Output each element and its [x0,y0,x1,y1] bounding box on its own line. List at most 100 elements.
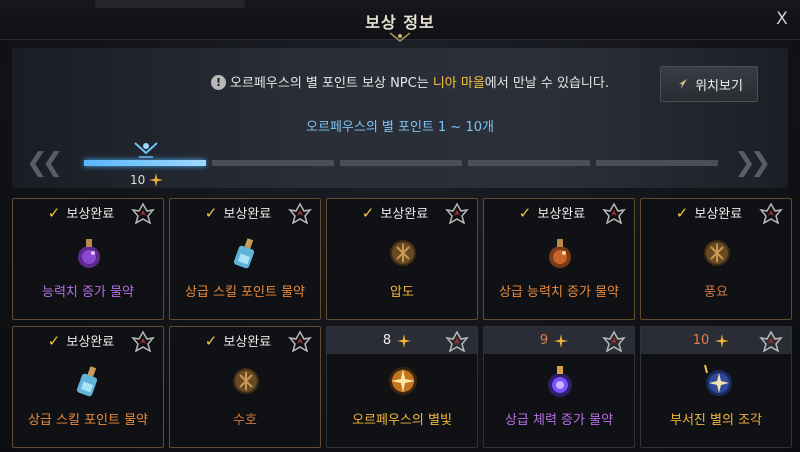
card-header: 8 [327,327,477,354]
reward-completed-status: ✓ 보상완료 [47,203,115,223]
item-name: 능력치 증가 물약 [42,285,134,300]
reward-card[interactable]: ✓ 보상완료압도 [326,198,478,320]
ornament-icon [389,32,411,42]
reward-status-label: 보상완료 [223,207,272,222]
prev-page-button[interactable]: ❮❮ [26,148,63,178]
reward-status-label: 보상완료 [66,335,115,350]
progress-count-value: 10 [130,173,146,187]
check-icon: ✓ [47,331,61,350]
reward-status-label: 보상완료 [223,335,272,350]
check-icon: ✓ [47,203,61,222]
reward-card[interactable]: ✓ 보상완료능력치 증가 물약 [12,198,164,320]
progress-segment-4 [468,160,590,166]
notice-prefix: 오르페우스의 별 포인트 보상 NPC는 [230,76,433,91]
notice-suffix: 에서 만날 수 있습니다. [484,76,609,91]
star-cost-value: 10 [692,333,710,348]
exclamation-icon: ! [211,75,227,90]
star-point-icon [554,333,569,348]
progress-count: 10 [130,173,164,187]
progress-segment-1 [84,160,206,166]
card-header: 9 [484,327,634,354]
reward-card[interactable]: ✓ 보상완료상급 능력치 증가 물약 [483,198,635,320]
card-header: ✓ 보상완료 [13,199,163,226]
reward-status-label: 보상완료 [66,207,115,222]
purple-flask-icon [78,239,100,268]
blue-bottle-icon [233,238,255,269]
violet-flask-icon [548,366,572,397]
star-point-icon [149,173,164,187]
star-cost-value: 8 [382,333,392,348]
reward-completed-status: ✓ 보상완료 [518,203,586,223]
item-name: 수호 [233,413,257,428]
progress-marker-icon [134,142,158,158]
reward-completed-status: ✓ 보상완료 [47,331,115,351]
reward-completed-status: ✓ 보상완료 [361,203,429,223]
top-tab-decoration [95,0,245,8]
reward-info-window: 보상 정보 X ! 오르페우스의 별 포인트 보상 NPC는 니아 마을에서 만날… [0,0,800,452]
reward-status-label: 보상완료 [694,207,743,222]
reward-card[interactable]: ✓ 보상완료 풍요 [640,198,792,320]
locate-button-label: 위치보기 [695,78,743,94]
check-icon: ✓ [361,203,375,222]
rank-badge-icon [288,330,312,352]
rank-badge-icon [131,202,155,224]
info-panel: ! 오르페우스의 별 포인트 보상 NPC는 니아 마을에서 만날 수 있습니다.… [12,48,788,188]
rune-stone-icon [704,240,730,266]
item-name: 상급 체력 증가 물약 [504,413,614,428]
rank-badge-icon [131,330,155,352]
reward-card[interactable]: ✓ 보상완료수호 [169,326,321,448]
reward-card[interactable]: 9 상급 체력 증가 물약 [483,326,635,448]
reward-card[interactable]: ✓ 보상완료상급 스킬 포인트 물약 [12,326,164,448]
item-name: 상급 스킬 포인트 물약 [27,413,149,428]
item-name: 상급 스킬 포인트 물약 [184,285,306,300]
star-cost-value: 9 [539,333,549,348]
card-header: 10 [641,327,791,354]
next-page-button[interactable]: ❯❯ [734,148,771,178]
star-orb-icon [389,367,417,395]
star-point-icon [715,333,730,348]
card-header: ✓ 보상완료 [170,199,320,226]
rank-badge-icon [445,330,469,352]
star-fragment-icon [704,364,732,396]
check-icon: ✓ [675,203,689,222]
reward-completed-status: ✓ 보상완료 [204,203,272,223]
check-icon: ✓ [204,331,218,350]
rank-badge-icon [445,202,469,224]
rune-stone-icon [390,240,416,266]
rank-badge-icon [759,202,783,224]
reward-status-label: 보상완료 [537,207,586,222]
rank-badge-icon [288,202,312,224]
title-bar: 보상 정보 X [0,0,800,42]
item-name: 오르페우스의 별빛 [352,413,452,428]
close-button[interactable]: X [772,9,792,29]
progress-segment-3 [340,160,462,166]
rank-badge-icon [602,202,626,224]
progress-segment-5 [596,160,718,166]
item-name: 상급 능력치 증가 물약 [498,285,620,300]
reward-card[interactable]: 8 오르페우스의 별빛 [326,326,478,448]
compass-arrow-icon [679,79,688,89]
item-name: 압도 [390,285,414,300]
rune-stone-icon [233,368,259,394]
range-label: 오르페우스의 별 포인트 1 ~ 10개 [306,120,494,135]
reward-completed-status: ✓ 보상완료 [675,203,743,223]
orange-flask-icon [549,239,571,268]
check-icon: ✓ [518,203,532,222]
card-header: ✓ 보상완료 [327,199,477,226]
check-icon: ✓ [204,203,218,222]
notice-highlight: 니아 마을 [432,76,485,91]
star-point-icon [397,333,412,348]
reward-completed-status: ✓ 보상완료 [204,331,272,351]
item-name: 부서진 별의 조각 [670,413,762,428]
locate-button[interactable]: 위치보기 [660,66,758,102]
card-header: ✓ 보상완료 [641,199,791,226]
rank-badge-icon [602,330,626,352]
star-cost: 10 [693,333,730,348]
star-cost: 8 [382,333,412,348]
blue-bottle-icon [76,366,98,397]
reward-card[interactable]: 10 부서진 별의 조각 [640,326,792,448]
reward-card[interactable]: ✓ 보상완료상급 스킬 포인트 물약 [169,198,321,320]
card-header: ✓ 보상완료 [484,199,634,226]
reward-status-label: 보상완료 [380,207,429,222]
rank-badge-icon [759,330,783,352]
